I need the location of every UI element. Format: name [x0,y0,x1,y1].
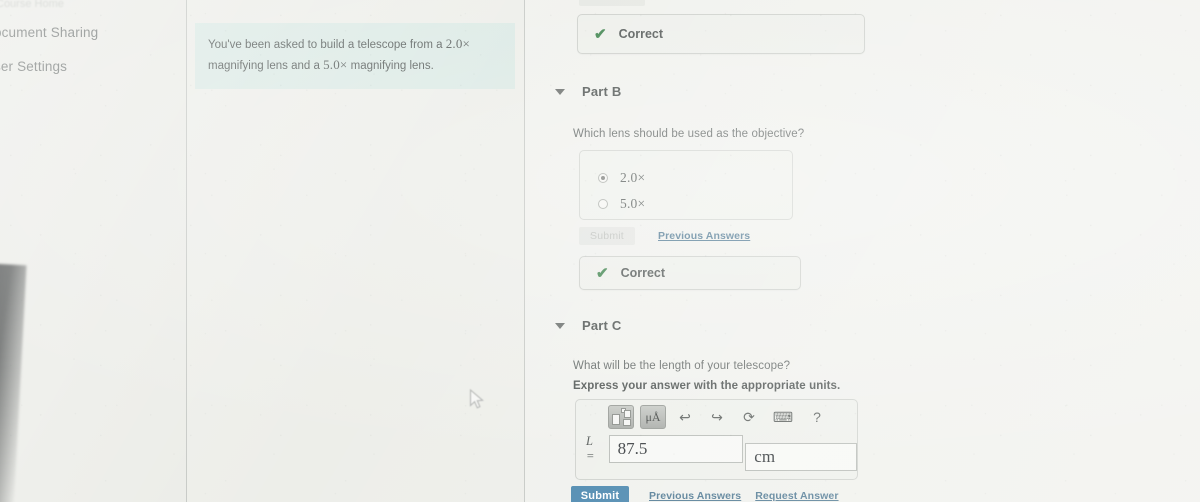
check-icon: ✔ [596,264,609,282]
part-b-previous-answers-link[interactable]: Previous Answers [658,230,750,242]
part-a-status-label: Correct [618,27,664,41]
part-b-choices: 2.0× 5.0× [579,150,793,220]
part-c-title: Part C [582,318,622,333]
check-icon: ✔ [594,25,607,43]
part-c-question-text: What will be the length of your telescop… [573,360,791,372]
part-c-action-row: Submit Previous Answers Request Answer [571,486,839,502]
sidebar-item-user-settings[interactable]: ser Settings [0,59,67,74]
screen-photo: Course Home ocument Sharing ser Settings… [0,0,1200,502]
part-c-header[interactable]: Part C [555,318,622,333]
part-b-choice-1[interactable]: 2.0× [598,165,792,191]
help-icon[interactable]: ? [804,405,830,429]
part-b-action-row: Submit Previous Answers [579,227,750,245]
part-b-submit-button[interactable]: Submit [579,227,635,245]
intro-text-part3: magnifying lens. [347,59,434,72]
part-c-previous-answers-link[interactable]: Previous Answers [649,490,741,502]
intro-magnification-1: 2.0× [445,36,471,51]
mouse-pointer-icon [469,389,484,409]
part-b-title: Part B [582,84,622,99]
redo-icon[interactable]: ↪ [704,405,730,429]
caret-down-icon[interactable] [555,88,565,95]
part-a-submit-button-clipped[interactable] [579,0,645,6]
answer-variable-label: L = [586,434,595,463]
radio-button-5x[interactable] [598,199,608,209]
units-icon[interactable]: μÅ [640,405,666,429]
answer-toolbar: μÅ ↩ ↪ ⟳ ⌨ ? [576,400,857,434]
answer-value-input[interactable]: 87.5 [608,435,744,463]
part-a-correct-banner: ✔ Correct [577,14,865,54]
part-b-status-label: Correct [620,266,666,280]
part-b-choice-1-label: 2.0× [620,170,646,185]
part-b-correct-banner: ✔ Correct [579,256,801,290]
intro-magnification-2: 5.0× [323,56,348,72]
sidebar: Course Home ocument Sharing ser Settings [0,0,186,502]
part-b-choice-2[interactable]: 5.0× [598,191,792,217]
intro-text-part2: magnifying lens and a [208,59,324,72]
answer-units-input[interactable]: cm [745,443,857,471]
part-c-answer-widget: μÅ ↩ ↪ ⟳ ⌨ ? L = 87.5 cm [575,399,858,480]
part-b-header[interactable]: Part B [555,84,622,99]
assignment-main-panel: ✔ Correct Part B Which lens should be us… [525,0,1200,502]
problem-intro-column: You've been asked to build a telescope f… [187,0,524,502]
sidebar-top-partial-label: Course Home [0,0,64,10]
part-c-submit-button[interactable]: Submit [571,486,629,502]
radio-button-2x[interactable] [598,173,608,183]
math-template-icon[interactable] [608,405,634,429]
part-c-request-answer-link[interactable]: Request Answer [755,490,838,502]
part-b-choice-2-label: 5.0× [620,196,646,211]
keyboard-icon[interactable]: ⌨ [768,405,798,429]
units-icon-label: μÅ [645,409,661,424]
sidebar-item-document-sharing[interactable]: ocument Sharing [0,25,98,40]
answer-fields: L = 87.5 cm [576,434,857,473]
part-c-instruction-text: Express your answer with the appropriate… [573,380,841,392]
caret-down-icon[interactable] [555,322,565,329]
part-b-question-text: Which lens should be used as the objecti… [573,128,805,140]
problem-statement-box: You've been asked to build a telescope f… [195,23,515,89]
intro-text-part1: You've been asked to build a telescope f… [208,39,446,51]
undo-icon[interactable]: ↩ [672,405,698,429]
reset-icon[interactable]: ⟳ [736,405,762,429]
